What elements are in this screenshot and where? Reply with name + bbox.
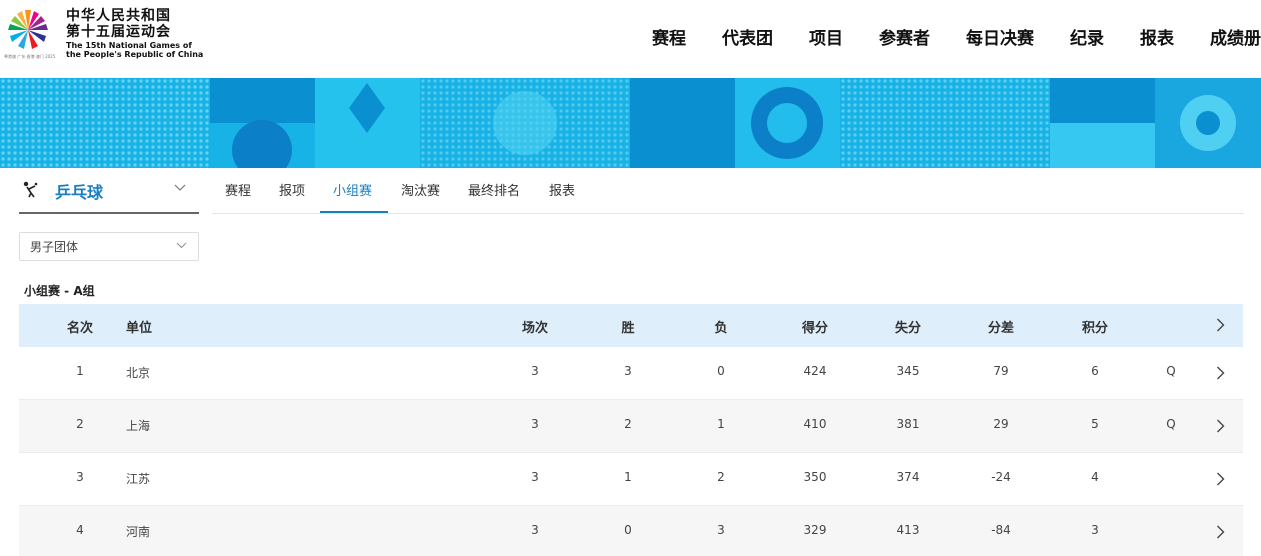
games-logo-icon[interactable] <box>4 4 52 52</box>
cell-score: 5 <box>1091 417 1099 431</box>
cell-lost: 2 <box>717 470 725 484</box>
nav-records[interactable]: 纪录 <box>1070 24 1104 49</box>
header-unit: 单位 <box>126 321 153 336</box>
pattern-banner <box>0 78 1261 168</box>
sport-selector[interactable]: 乒乓球 <box>19 170 199 214</box>
cell-played: 3 <box>531 470 539 484</box>
logo-en-line2: the People's Republic of China <box>66 50 204 59</box>
nav-athletes[interactable]: 参赛者 <box>879 24 930 49</box>
cell-diff: 29 <box>993 417 1009 431</box>
cell-diff: 79 <box>993 364 1009 378</box>
header-points-for: 得分 <box>801 321 829 336</box>
chevron-right-icon[interactable] <box>1216 472 1225 486</box>
cell-lost: 1 <box>717 417 725 431</box>
event-dropdown[interactable]: 男子团体 <box>19 232 199 261</box>
table-row[interactable]: 1 北京 3 3 0 424 345 79 6 Q <box>19 347 1243 400</box>
cell-unit: 上海 <box>126 419 151 433</box>
header-points-against: 失分 <box>894 321 922 336</box>
nav-sports[interactable]: 项目 <box>809 24 843 49</box>
banner-pattern <box>0 78 1261 168</box>
cell-won: 1 <box>624 470 632 484</box>
event-dropdown-value: 男子团体 <box>30 240 79 254</box>
cell-played: 3 <box>531 523 539 537</box>
cell-rank: 2 <box>76 417 84 431</box>
logo-cn-line2: 第十五届运动会 <box>66 24 171 40</box>
chevron-right-icon[interactable] <box>1216 366 1225 380</box>
table-tennis-icon <box>23 181 38 198</box>
header-score: 积分 <box>1081 321 1109 336</box>
cell-points-for: 424 <box>803 364 827 378</box>
cell-rank: 1 <box>76 364 84 378</box>
cell-points-for: 410 <box>803 417 827 431</box>
header-diff: 分差 <box>987 321 1015 336</box>
cell-unit: 江苏 <box>126 472 151 486</box>
cell-qualified: Q <box>1166 364 1176 378</box>
tab-group-stage[interactable]: 小组赛 <box>333 180 372 199</box>
tab-reports[interactable]: 报表 <box>549 180 575 199</box>
chevron-right-icon[interactable] <box>1216 525 1225 539</box>
site-header: 中华人民共和国 第十五届运动会 The 15th National Games … <box>0 0 1261 78</box>
logo-en-line1: The 15th National Games of <box>66 41 192 50</box>
header-rank: 名次 <box>66 321 94 336</box>
cell-diff: -24 <box>991 470 1011 484</box>
sport-tabs: 赛程 报项 小组赛 淘汰赛 最终排名 报表 <box>212 170 1244 214</box>
table-header: 名次 单位 场次 胜 负 得分 失分 分差 积分 <box>19 304 1243 347</box>
nav-reports[interactable]: 报表 <box>1140 24 1174 49</box>
cell-points-for: 329 <box>803 523 827 537</box>
cell-played: 3 <box>531 417 539 431</box>
cell-won: 3 <box>624 364 632 378</box>
tab-final-ranking[interactable]: 最终排名 <box>468 180 520 199</box>
chevron-down-icon <box>176 242 187 249</box>
cell-played: 3 <box>531 364 539 378</box>
cell-points-for: 350 <box>803 470 827 484</box>
sport-name: 乒乓球 <box>55 183 104 202</box>
cell-points-against: 381 <box>896 417 920 431</box>
logo-title-en: The 15th National Games of the People's … <box>66 41 203 59</box>
logo-title-cn: 中华人民共和国 第十五届运动会 <box>66 8 171 40</box>
tab-schedule[interactable]: 赛程 <box>225 180 251 199</box>
logo-cn-line1: 中华人民共和国 <box>66 8 171 24</box>
nav-schedule[interactable]: 赛程 <box>652 24 686 49</box>
cell-points-against: 413 <box>896 523 920 537</box>
nav-delegations[interactable]: 代表团 <box>722 24 773 49</box>
table-row[interactable]: 3 江苏 3 1 2 350 374 -24 4 <box>19 453 1243 506</box>
standings-table: 名次 单位 场次 胜 负 得分 失分 分差 积分 1 北京 3 3 0 424 … <box>19 304 1243 556</box>
nav-daily-finals[interactable]: 每日决赛 <box>966 24 1034 49</box>
tab-entries[interactable]: 报项 <box>279 180 305 199</box>
cell-won: 2 <box>624 417 632 431</box>
main-nav: 赛程 代表团 项目 参赛者 每日决赛 纪录 报表 成绩册 <box>616 24 1261 49</box>
cell-unit: 北京 <box>126 366 151 380</box>
chevron-down-icon <box>174 184 186 191</box>
cell-unit: 河南 <box>126 525 151 539</box>
header-lost: 负 <box>714 321 728 336</box>
table-row[interactable]: 4 河南 3 0 3 329 413 -84 3 <box>19 506 1243 556</box>
nav-results-book[interactable]: 成绩册 <box>1210 24 1261 49</box>
cell-rank: 3 <box>76 470 84 484</box>
group-title: 小组赛 - A组 <box>24 284 95 298</box>
active-tab-indicator <box>320 211 388 213</box>
cell-points-against: 345 <box>896 364 920 378</box>
tab-knockout[interactable]: 淘汰赛 <box>401 180 440 199</box>
cell-rank: 4 <box>76 523 84 537</box>
cell-score: 6 <box>1091 364 1099 378</box>
logo-small-text: 粤港澳 广东·香港·澳门 2025 <box>4 54 56 59</box>
cell-score: 3 <box>1091 523 1099 537</box>
header-played: 场次 <box>521 321 549 336</box>
table-row[interactable]: 2 上海 3 2 1 410 381 29 5 Q <box>19 400 1243 453</box>
header-won: 胜 <box>621 321 635 336</box>
cell-diff: -84 <box>991 523 1011 537</box>
cell-lost: 3 <box>717 523 725 537</box>
chevron-right-icon[interactable] <box>1216 419 1225 433</box>
cell-points-against: 374 <box>896 470 920 484</box>
cell-lost: 0 <box>717 364 725 378</box>
cell-won: 0 <box>624 523 632 537</box>
chevron-right-icon[interactable] <box>1216 318 1225 332</box>
cell-score: 4 <box>1091 470 1099 484</box>
cell-qualified: Q <box>1166 417 1176 431</box>
